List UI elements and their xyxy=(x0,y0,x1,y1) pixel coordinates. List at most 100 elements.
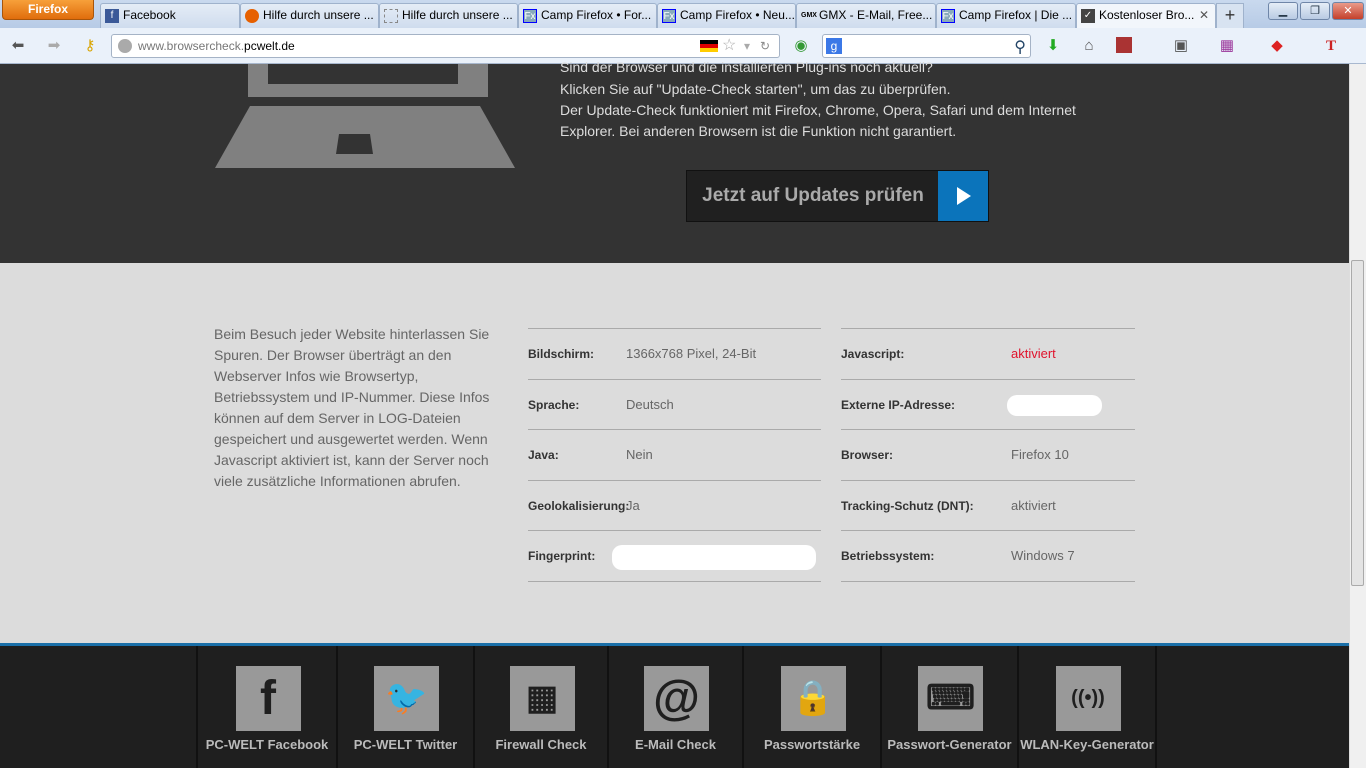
twitter-icon: 🐦 xyxy=(374,666,439,731)
update-check-label: Jetzt auf Updates prüfen xyxy=(702,185,924,206)
tab-label: GMX - E-Mail, Free... xyxy=(819,8,933,22)
gmx-icon: GMX xyxy=(801,12,817,19)
wifi-icon: ((•)) xyxy=(1055,666,1121,731)
key-icon[interactable]: ⚷ xyxy=(81,37,99,55)
intro-line: Klicken Sie auf "Update-Check starten", … xyxy=(560,81,951,97)
addon-refresh-icon[interactable]: ◉ xyxy=(792,37,810,55)
tab-camp-firefox-2[interactable]: Fx Camp Firefox • Neu... xyxy=(657,3,796,28)
row-divider xyxy=(841,429,1135,430)
tab-gmx[interactable]: GMX GMX - E-Mail, Free... xyxy=(796,3,936,28)
info-label: Sprache: xyxy=(528,398,580,412)
footer-tile-label: E-Mail Check xyxy=(635,737,716,752)
row-divider xyxy=(841,480,1135,481)
bookmarks-menu-icon[interactable]: ▣ xyxy=(1172,37,1190,55)
update-check-button[interactable]: Jetzt auf Updates prüfen xyxy=(686,170,989,222)
reload-icon[interactable]: ↻ xyxy=(760,35,770,57)
info-label: Betriebssystem: xyxy=(841,549,935,563)
info-label: Bildschirm: xyxy=(528,347,595,361)
footer-tile-password[interactable]: ⌨ Passwort-Generator xyxy=(880,646,1017,768)
info-value: Firefox 10 xyxy=(1011,447,1069,462)
laptop-base-illustration xyxy=(215,106,515,168)
url-bar[interactable]: www.browsercheck.pcwelt.de ☆ ▾ ↻ xyxy=(111,34,780,58)
camp-firefox-icon: Fx xyxy=(941,9,955,23)
footer-tools: f PC-WELT Facebook 🐦 PC-WELT Twitter ▦ Firewa… xyxy=(0,646,1349,768)
close-window-button[interactable]: ✕ xyxy=(1332,2,1364,20)
info-label: Tracking-Schutz (DNT): xyxy=(841,499,974,513)
info-label: Java: xyxy=(528,448,559,462)
blank-page-icon xyxy=(384,9,398,23)
info-label: Javascript: xyxy=(841,347,905,361)
firefox-menu-button[interactable]: Firefox xyxy=(2,0,94,20)
footer-tile-label: PC-WELT Twitter xyxy=(353,737,458,752)
row-divider xyxy=(841,379,1135,380)
tab-facebook[interactable]: f Facebook xyxy=(100,3,240,28)
google-icon[interactable]: g xyxy=(826,38,842,54)
row-divider xyxy=(528,429,821,430)
footer-tile-label: PC-WELT Facebook xyxy=(205,737,329,752)
download-icon[interactable]: ⬇ xyxy=(1044,37,1062,55)
tab-hilfe-1[interactable]: Hilfe durch unsere ... xyxy=(240,3,379,28)
intro-line: Sind der Browser und die installierten P… xyxy=(560,59,933,75)
footer-divider-line xyxy=(1155,646,1157,768)
scrollbar-thumb[interactable] xyxy=(1351,260,1364,586)
footer-tile-wifi[interactable]: ((•)) WLAN-Key-Generator xyxy=(1017,646,1155,768)
row-divider xyxy=(528,480,821,481)
footer-tile-label: WLAN-Key-Generator xyxy=(1020,737,1154,752)
restore-button[interactable]: ❐ xyxy=(1300,2,1330,20)
forward-icon[interactable]: ➡ xyxy=(45,37,63,55)
close-tab-icon[interactable]: ✕ xyxy=(1199,4,1209,27)
info-value: Nein xyxy=(626,447,653,462)
footer-tile-at[interactable]: @ E-Mail Check xyxy=(607,646,742,768)
home-icon[interactable]: ⌂ xyxy=(1080,37,1098,55)
info-label: Externe IP-Adresse: xyxy=(841,398,956,412)
tab-label: Camp Firefox • Neu... xyxy=(680,8,795,22)
tab-label: Kostenloser Bro... xyxy=(1099,8,1195,22)
play-arrow-icon xyxy=(938,171,988,221)
footer-tile-label: Passwortstärke xyxy=(763,737,861,752)
tab-bar: Firefox f Facebook Hilfe durch unsere ...… xyxy=(0,0,1366,28)
info-value: aktiviert xyxy=(1011,498,1056,513)
at-icon: @ xyxy=(644,666,709,731)
search-input[interactable]: g ⚲ xyxy=(822,34,1031,58)
info-label: Browser: xyxy=(841,448,894,462)
tab-camp-firefox-1[interactable]: Fx Camp Firefox • For... xyxy=(518,3,657,28)
dropdown-arrow-icon[interactable]: ▾ xyxy=(744,35,750,57)
firefox-icon xyxy=(245,9,259,23)
german-flag-icon xyxy=(700,40,718,52)
grid-addon-icon[interactable]: ▦ xyxy=(1218,37,1236,55)
footer-tile-twitter[interactable]: 🐦 PC-WELT Twitter xyxy=(336,646,473,768)
back-icon[interactable]: ⬅ xyxy=(9,37,27,55)
row-divider xyxy=(841,328,1135,329)
info-label: Geolokalisierung: xyxy=(528,499,630,513)
tab-label: Facebook xyxy=(123,8,176,22)
redacted-ip-address xyxy=(1007,395,1102,416)
row-divider xyxy=(528,379,821,380)
footer-tile-lock[interactable]: 🔒 Passwortstärke xyxy=(742,646,880,768)
info-label: Fingerprint: xyxy=(528,549,596,563)
minimize-button[interactable]: ▁ xyxy=(1268,2,1298,20)
new-tab-button[interactable]: + xyxy=(1216,3,1244,28)
tab-camp-firefox-3[interactable]: Fx Camp Firefox | Die ... xyxy=(936,3,1076,28)
url-domain: pcwelt.de xyxy=(244,39,295,53)
footer-tile-facebook[interactable]: f PC-WELT Facebook xyxy=(196,646,336,768)
tab-kostenloser-browsercheck[interactable]: ✓ Kostenloser Bro... ✕ xyxy=(1076,3,1216,28)
camp-firefox-icon: Fx xyxy=(523,9,537,23)
row-divider xyxy=(528,581,821,582)
text-addon-icon[interactable]: T xyxy=(1322,37,1340,55)
fritz-icon[interactable]: ◆ xyxy=(1268,37,1286,55)
url-prefix: www.browsercheck. xyxy=(138,39,245,53)
info-value: Ja xyxy=(626,498,640,513)
facebook-icon: f xyxy=(235,666,301,731)
search-icon[interactable]: ⚲ xyxy=(1014,37,1026,57)
info-value: aktiviert xyxy=(1011,346,1056,361)
row-divider xyxy=(841,530,1135,531)
footer-tile-firewall[interactable]: ▦ Firewall Check xyxy=(473,646,607,768)
tab-label: Camp Firefox | Die ... xyxy=(959,8,1073,22)
bookmark-star-icon[interactable]: ☆ xyxy=(722,35,736,57)
addon-icon[interactable] xyxy=(1116,37,1132,53)
lock-icon: 🔒 xyxy=(780,666,846,731)
row-divider xyxy=(528,328,821,329)
tab-hilfe-2[interactable]: Hilfe durch unsere ... xyxy=(379,3,518,28)
footer-tile-label: Firewall Check xyxy=(495,737,587,752)
globe-icon xyxy=(118,39,132,53)
